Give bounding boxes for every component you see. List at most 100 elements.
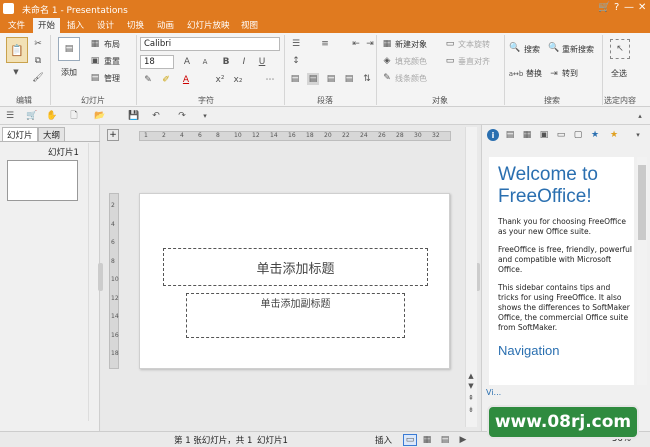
copy-icon[interactable]: ⧉ xyxy=(32,55,44,67)
shop-icon[interactable]: 🛒 xyxy=(26,110,38,122)
new-object-icon[interactable]: ▦ xyxy=(381,38,393,50)
reset-button[interactable]: 重置 xyxy=(104,56,120,67)
left-splitter-icon[interactable] xyxy=(98,263,103,291)
scroll-down-icon[interactable]: ▼ xyxy=(465,381,477,391)
menu-transitions[interactable]: 切换 xyxy=(127,19,144,31)
hand-icon[interactable]: ✋ xyxy=(46,110,58,122)
panel-scrollbar[interactable] xyxy=(88,143,98,421)
prev-page-icon[interactable]: ⇞ xyxy=(465,393,477,403)
scroll-up-icon[interactable]: ▲ xyxy=(465,371,477,381)
align-center-icon[interactable]: ▤ xyxy=(307,73,319,85)
paste-dropdown-icon[interactable]: ▼ xyxy=(10,67,22,77)
new-doc-icon[interactable]: 🗋 xyxy=(68,110,80,122)
sidebar-tab-4-icon[interactable]: ▣ xyxy=(538,129,550,141)
grow-font-icon[interactable]: A xyxy=(180,55,194,69)
replace-icon[interactable]: a↔b xyxy=(509,68,524,80)
justify-icon[interactable]: ▤ xyxy=(343,73,355,85)
goto-button[interactable]: 转到 xyxy=(562,68,578,79)
menu-insert[interactable]: 插入 xyxy=(67,19,84,31)
slideshow-view-icon[interactable]: ▶ xyxy=(456,434,470,446)
subtitle-placeholder[interactable]: 单击添加副标题 xyxy=(186,293,405,338)
sidebar-tab-5-icon[interactable]: ▭ xyxy=(555,129,567,141)
decrease-indent-icon[interactable]: ⇤ xyxy=(350,38,362,50)
clear-format-icon[interactable]: ✎ xyxy=(142,73,154,87)
ribbon-collapse-icon[interactable]: ▴ xyxy=(634,110,646,122)
font-dialog-icon[interactable]: ⋯ xyxy=(264,73,276,87)
select-all-icon[interactable]: ↖ xyxy=(610,39,630,59)
bullets-icon[interactable]: ☰ xyxy=(289,38,303,50)
tab-outline[interactable]: 大纲 xyxy=(38,127,66,141)
manage-button[interactable]: 管理 xyxy=(104,73,120,84)
highlight-icon[interactable]: ✐ xyxy=(160,73,172,87)
sidebar-tab-3-icon[interactable]: ▦ xyxy=(521,129,533,141)
research-icon[interactable]: 🔍 xyxy=(548,42,560,54)
outline-view-icon[interactable]: ▤ xyxy=(438,434,452,446)
undo-icon[interactable]: ↶ xyxy=(150,110,162,122)
font-size-field[interactable]: 18 xyxy=(140,55,174,69)
menu-design[interactable]: 设计 xyxy=(97,19,114,31)
open-icon[interactable]: 📂 xyxy=(94,110,106,122)
align-left-icon[interactable]: ▤ xyxy=(289,73,301,85)
subscript-icon[interactable]: x₂ xyxy=(232,73,244,87)
tab-slides[interactable]: 幻灯片 xyxy=(2,127,38,141)
format-painter-icon[interactable]: 🖌 xyxy=(32,72,44,84)
text-direction-icon[interactable]: ⇅ xyxy=(361,73,373,85)
research-button[interactable]: 重新搜索 xyxy=(562,44,594,55)
layout-icon[interactable]: ▦ xyxy=(89,38,101,49)
menu-slideshow[interactable]: 幻灯片放映 xyxy=(187,19,230,31)
add-slide-icon[interactable]: ▤ xyxy=(58,37,80,61)
minimize-icon[interactable]: — xyxy=(624,2,634,13)
title-placeholder[interactable]: 单击添加标题 xyxy=(163,248,428,286)
numbering-icon[interactable]: ≡ xyxy=(318,38,332,50)
font-name-field[interactable]: Calibri xyxy=(140,37,280,51)
shrink-font-icon[interactable]: A xyxy=(198,55,212,69)
font-color-icon[interactable]: A xyxy=(180,73,192,87)
slide-canvas[interactable]: 单击添加标题 单击添加副标题 xyxy=(139,193,450,369)
add-slide-button[interactable]: 添加 xyxy=(61,67,77,78)
slide-panel: 幻灯片 大纲 幻灯片1 xyxy=(0,125,100,431)
select-all-button[interactable]: 全选 xyxy=(611,68,627,79)
next-page-icon[interactable]: ⇟ xyxy=(465,405,477,415)
underline-icon[interactable]: U xyxy=(256,55,268,69)
goto-icon[interactable]: ⇥ xyxy=(548,68,560,80)
normal-view-icon[interactable]: ▭ xyxy=(403,434,417,446)
search-icon[interactable]: 🔍 xyxy=(509,42,521,54)
menu-animations[interactable]: 动画 xyxy=(157,19,174,31)
paste-icon[interactable]: 📋 xyxy=(6,37,28,63)
superscript-icon[interactable]: x² xyxy=(214,73,226,87)
replace-button[interactable]: 替换 xyxy=(526,68,542,79)
menu-home[interactable]: 开始 xyxy=(33,18,61,33)
qat-customize-icon[interactable]: ▾ xyxy=(200,110,210,122)
align-right-icon[interactable]: ▤ xyxy=(325,73,337,85)
layout-button[interactable]: 布局 xyxy=(104,39,120,50)
sidebar-star-icon[interactable]: ★ xyxy=(589,129,601,141)
increase-indent-icon[interactable]: ⇥ xyxy=(364,38,376,50)
new-object-button[interactable]: 新建对象 xyxy=(395,39,427,50)
sidebar-menu-icon[interactable]: ▾ xyxy=(633,129,643,141)
menu-file[interactable]: 文件 xyxy=(8,19,25,31)
reset-icon[interactable]: ▣ xyxy=(89,55,101,66)
line-spacing-icon[interactable]: ↕ xyxy=(289,55,303,67)
redo-icon[interactable]: ↷ xyxy=(176,110,188,122)
save-icon[interactable]: 💾 xyxy=(128,110,140,122)
sidebar-tab-2-icon[interactable]: ▤ xyxy=(504,129,516,141)
manage-icon[interactable]: ▤ xyxy=(89,72,101,83)
slide-thumbnail[interactable] xyxy=(7,160,78,201)
h-ruler-tick: 12 xyxy=(252,132,260,139)
search-button[interactable]: 搜索 xyxy=(524,44,540,55)
sidebar-content: Welcome to FreeOffice! Thank you for cho… xyxy=(489,157,634,385)
sidebar-scroll-thumb[interactable] xyxy=(638,165,646,240)
menu-view[interactable]: 视图 xyxy=(241,19,258,31)
bold-icon[interactable]: B xyxy=(220,55,232,69)
cut-icon[interactable]: ✂ xyxy=(32,38,44,50)
sidebar-tab-6-icon[interactable]: ▢ xyxy=(572,129,584,141)
cart-icon[interactable]: 🛒 xyxy=(598,2,610,13)
italic-icon[interactable]: I xyxy=(238,55,250,69)
info-icon[interactable]: i xyxy=(487,129,499,141)
sorter-view-icon[interactable]: ▦ xyxy=(420,434,434,446)
close-icon[interactable]: ✕ xyxy=(638,2,646,13)
help-icon[interactable]: ? xyxy=(614,2,619,13)
panel-toggle-icon[interactable]: ☰ xyxy=(4,110,16,122)
sidebar-nav-link[interactable]: Vi... xyxy=(486,388,501,397)
sidebar-favorite-icon[interactable]: ★ xyxy=(608,129,620,141)
